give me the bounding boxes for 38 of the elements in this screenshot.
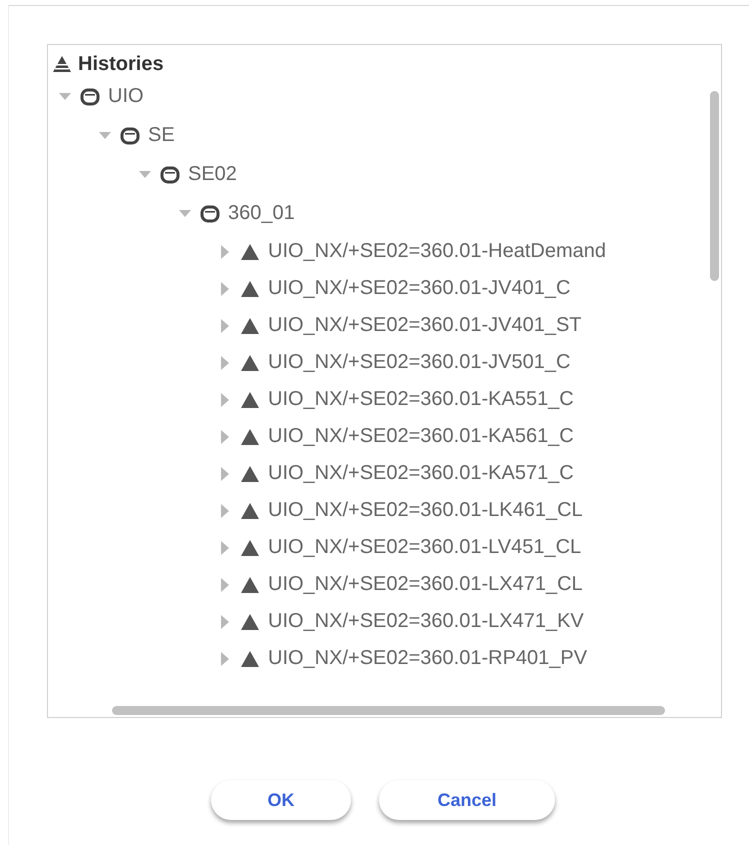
tree-root-label[interactable]: Histories: [78, 52, 164, 76]
cancel-button[interactable]: Cancel: [379, 780, 555, 820]
tree-item-label[interactable]: UIO_NX/+SE02=360.01-JV401_ST: [268, 314, 582, 337]
tree-item-label[interactable]: UIO_NX/+SE02=360.01-KA571_C: [268, 462, 574, 485]
triangle-icon: [240, 500, 260, 520]
stacked-triangle-icon: [52, 54, 72, 74]
triangle-icon: [240, 464, 260, 484]
tree-item-label[interactable]: SE: [148, 124, 175, 147]
tree-item-label[interactable]: UIO_NX/+SE02=360.01-LK461_CL: [268, 499, 583, 522]
tree-item-label[interactable]: UIO_NX/+SE02=360.01-LV451_CL: [268, 536, 582, 559]
tree-item-label[interactable]: 360_01: [228, 202, 295, 225]
tree-item-label[interactable]: SE02: [188, 163, 237, 186]
folder-icon: [80, 86, 100, 106]
triangle-icon: [240, 390, 260, 410]
triangle-icon: [240, 242, 260, 262]
triangle-icon: [240, 316, 260, 336]
horizontal-scrollbar[interactable]: [112, 706, 665, 715]
tree-item-label[interactable]: UIO: [108, 85, 144, 108]
tree-item-label[interactable]: UIO_NX/+SE02=360.01-HeatDemand: [268, 240, 606, 263]
tree-item-label[interactable]: UIO_NX/+SE02=360.01-JV401_C: [268, 277, 570, 300]
triangle-icon: [240, 426, 260, 446]
tree-item-label[interactable]: UIO_NX/+SE02=360.01-RP401_PV: [268, 647, 588, 670]
tree-item-label[interactable]: UIO_NX/+SE02=360.01-JV501_C: [268, 351, 570, 374]
ok-button[interactable]: OK: [211, 780, 351, 820]
triangle-icon: [240, 612, 260, 632]
triangle-icon: [240, 352, 260, 372]
tree-item-label[interactable]: UIO_NX/+SE02=360.01-KA561_C: [268, 425, 574, 448]
folder-icon: [200, 204, 220, 224]
tree-item-label[interactable]: UIO_NX/+SE02=360.01-LX471_KV: [268, 610, 584, 633]
tree-item-label[interactable]: UIO_NX/+SE02=360.01-KA551_C: [268, 388, 574, 411]
vertical-scrollbar[interactable]: [710, 91, 719, 281]
tree-item-label[interactable]: UIO_NX/+SE02=360.01-LX471_CL: [268, 573, 583, 596]
triangle-icon: [240, 278, 260, 298]
triangle-icon: [240, 574, 260, 594]
folder-icon: [120, 126, 140, 146]
folder-icon: [160, 164, 180, 184]
triangle-icon: [240, 648, 260, 668]
triangle-icon: [240, 538, 260, 558]
